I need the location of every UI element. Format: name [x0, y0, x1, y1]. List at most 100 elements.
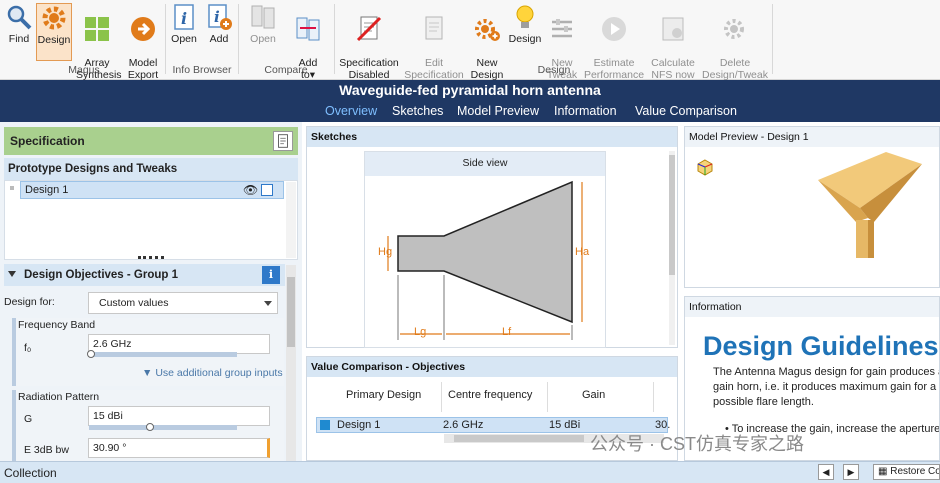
array-synthesis-icon — [85, 17, 109, 41]
row-design-cell: Design 1 — [337, 419, 381, 431]
f0-input[interactable]: 2.6 GHz — [88, 334, 270, 354]
model-export-button[interactable]: Model Export — [124, 3, 162, 81]
previous-button[interactable]: ◀ — [818, 464, 834, 480]
gain-value: 15 dBi — [93, 410, 123, 422]
sketches-header: Sketches — [307, 127, 677, 147]
group-info-label: Info Browser — [172, 64, 232, 76]
gain-slider-handle[interactable] — [146, 423, 154, 431]
objectives-scrollbar[interactable] — [286, 265, 296, 461]
model-preview-header: Model Preview - Design 1 — [685, 127, 939, 147]
svg-text:i: i — [181, 9, 187, 28]
design-gear-icon — [42, 6, 66, 30]
group-compare-label: Compare — [264, 64, 308, 76]
axes-orientation-icon[interactable] — [696, 158, 714, 176]
new-tweak-button[interactable]: New Tweak — [546, 3, 578, 81]
design-for-select[interactable]: Custom values — [88, 292, 278, 314]
tree-bullet-icon — [10, 186, 14, 190]
compare-open-icon — [251, 5, 275, 29]
row-gain-cell: 15 dBi — [549, 419, 581, 431]
splitter-handle[interactable] — [138, 256, 164, 260]
specification-header: Specification — [4, 127, 298, 155]
lg-label: Lg — [414, 326, 427, 338]
delete-design-button[interactable]: Delete Design/Tweak — [701, 3, 769, 81]
f0-label: f₀ — [24, 342, 32, 354]
design-list-scrollbar[interactable] — [286, 182, 296, 258]
new-tweak-icon — [552, 19, 572, 38]
restore-icon: ▦ — [878, 466, 888, 477]
tab-overview[interactable]: Overview — [325, 104, 377, 118]
guidelines-paragraph: The Antenna Magus design for gain produc… — [713, 366, 940, 408]
model-preview-title: Model Preview - Design 1 — [689, 131, 809, 143]
radiation-pattern-label: Radiation Pattern — [18, 391, 100, 403]
gain-input[interactable]: 15 dBi — [88, 406, 270, 426]
estimate-performance-button[interactable]: Estimate Performance — [583, 3, 645, 81]
horn-3d-model — [818, 152, 922, 258]
edit-specification-button[interactable]: Edit Specification — [404, 3, 464, 81]
info-icon[interactable]: i — [262, 266, 280, 284]
additional-inputs-label: Use additional group inputs — [155, 367, 283, 379]
specification-settings-button[interactable] — [273, 131, 293, 151]
horn-sketch — [387, 180, 583, 340]
objectives-header[interactable]: Design Objectives - Group 1 — [4, 264, 285, 286]
frequency-band-label: Frequency Band — [18, 319, 96, 331]
restore-collection-button[interactable]: ▦ Restore Co — [873, 464, 940, 480]
prototype-header: Prototype Designs and Tweaks — [4, 158, 298, 180]
specification-title: Specification — [10, 134, 85, 148]
info-open-label: Open — [171, 33, 197, 45]
compare-open-button[interactable]: Open — [247, 3, 279, 61]
document-titlebar: Waveguide-fed pyramidal horn antenna Ove… — [0, 80, 940, 122]
f0-slider-handle[interactable] — [87, 350, 95, 358]
hg-label: Hg — [378, 246, 393, 258]
tab-model-preview[interactable]: Model Preview — [457, 104, 539, 118]
design-label: Design — [37, 34, 71, 46]
bw-label: E 3dB bw — [24, 444, 69, 456]
f0-slider-track[interactable] — [89, 352, 237, 357]
restore-label: Restore Co — [890, 466, 940, 477]
lf-label: Lf — [502, 326, 512, 338]
design-button[interactable]: Design — [36, 3, 72, 61]
new-design-button[interactable]: New Design — [469, 3, 505, 81]
specification-disabled-button[interactable]: Specification Disabled — [338, 3, 400, 81]
comparison-table: Primary Design Centre frequency Gain Des… — [316, 382, 670, 436]
next-button[interactable]: ▶ — [843, 464, 859, 480]
design-list-item[interactable]: Design 1 👁 — [20, 181, 284, 199]
eye-icon[interactable]: 👁 — [243, 182, 258, 198]
new-design-icon — [475, 19, 500, 41]
chevron-down-icon — [264, 301, 272, 306]
ribbon: Find Design Array Synthesis Model Export… — [0, 0, 940, 81]
design-checkbox[interactable] — [261, 184, 273, 196]
bw-value: 30.90 ° — [93, 442, 127, 454]
compare-add-button[interactable]: Add to▾ — [292, 3, 324, 81]
chevron-down-icon: ▼ — [142, 367, 153, 379]
calculate-nfs-button[interactable]: Calculate NFS now — [648, 3, 698, 81]
tab-value-comparison[interactable]: Value Comparison — [635, 104, 737, 118]
estimate-performance-icon — [602, 17, 626, 41]
ribbon-separator — [238, 4, 239, 74]
collapse-arrow-icon[interactable] — [8, 271, 16, 277]
document-title: Waveguide-fed pyramidal horn antenna — [339, 82, 601, 98]
ha-label: Ha — [575, 246, 590, 258]
gain-slider-track[interactable] — [89, 425, 237, 430]
info-add-button[interactable]: i Add — [205, 3, 233, 61]
f0-value: 2.6 GHz — [93, 338, 132, 350]
row-frequency-cell: 2.6 GHz — [443, 419, 484, 431]
tab-information[interactable]: Information — [554, 104, 617, 118]
array-synthesis-button[interactable]: Array Synthesis — [76, 3, 122, 81]
design-for-label: Design for: — [4, 296, 55, 308]
document-icon — [278, 134, 288, 148]
find-button[interactable]: Find — [4, 3, 34, 61]
column-header-gain[interactable]: Gain — [548, 382, 654, 412]
information-header: Information — [685, 297, 939, 317]
additional-inputs-link[interactable]: ▼ Use additional group inputs — [142, 367, 283, 379]
column-header-centre-frequency[interactable]: Centre frequency — [442, 382, 548, 412]
bw-input[interactable]: 30.90 ° — [88, 438, 270, 458]
sketches-scrollbar[interactable] — [669, 151, 675, 345]
column-header-primary[interactable]: Primary Design — [336, 382, 442, 412]
design-bulb-button[interactable]: Design — [508, 3, 542, 61]
info-open-button[interactable]: i Open — [170, 3, 198, 61]
find-icon — [7, 5, 32, 30]
tab-sketches[interactable]: Sketches — [392, 104, 443, 118]
compare-open-label: Open — [250, 33, 276, 45]
group-magus-label: Magus — [68, 64, 100, 76]
gain-label: G — [24, 413, 33, 425]
